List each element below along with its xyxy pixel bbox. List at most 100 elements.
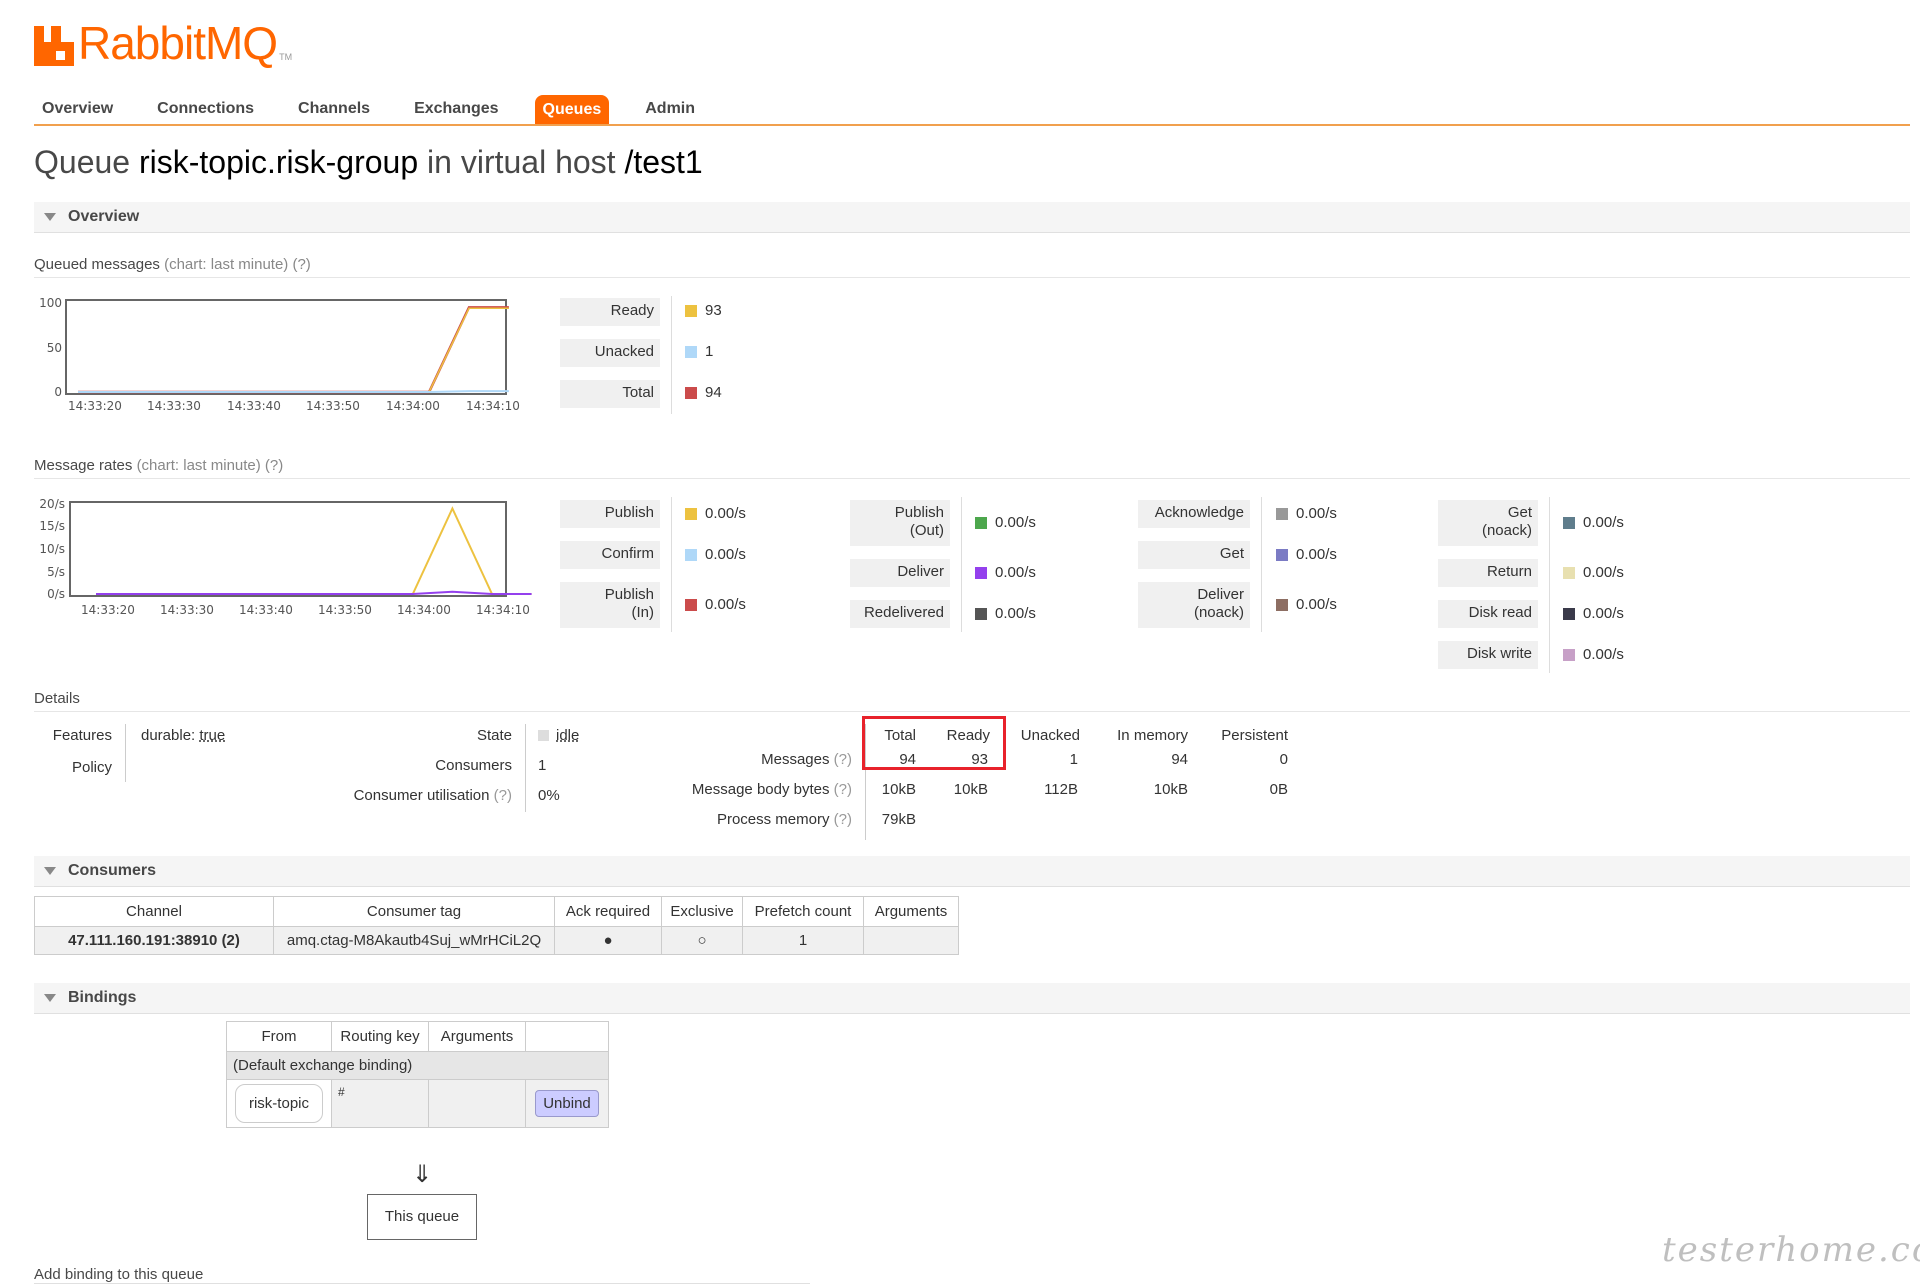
col-prefetch-count: Prefetch count (742, 896, 864, 927)
watermark: testerhome.com (1662, 1230, 1920, 1270)
x-tick: 14:33:50 (318, 603, 372, 617)
message-rates-chart: 20/s 15/s 10/s 5/s 0/s 14:33:20 14:33:30… (39, 497, 532, 617)
process-memory-total: 79kB (881, 811, 916, 828)
x-tick: 14:33:30 (147, 399, 201, 413)
tab-exchanges[interactable]: Exchanges (406, 94, 506, 124)
legend-publish-out-value: 0.00/s (975, 514, 1036, 531)
ack-required-dot-icon: ● (554, 926, 662, 955)
legend-get-label: Get (1138, 541, 1250, 569)
tab-channels[interactable]: Channels (290, 94, 378, 124)
legend-confirm-label: Confirm (560, 541, 660, 569)
main-nav: Overview Connections Channels Exchanges … (34, 90, 731, 124)
consumers-value: 1 (538, 757, 547, 774)
message-body-bytes-label: Message body bytes (?) (691, 781, 852, 798)
consumer-channel-link[interactable]: 47.111.160.191:38910 (2) (34, 926, 274, 955)
x-tick: 14:33:40 (239, 603, 293, 617)
x-tick: 14:34:00 (397, 603, 451, 617)
col-consumer-tag: Consumer tag (273, 896, 555, 927)
policy-label: Policy (71, 759, 112, 776)
legend-unacked-value: 1 (685, 343, 713, 360)
consumer-arguments (863, 926, 959, 955)
y-tick: 10/s (39, 542, 65, 556)
consumer-utilisation-label: Consumer utilisation (?) (353, 787, 512, 804)
legend-publish-label: Publish (560, 500, 660, 528)
y-tick: 20/s (39, 497, 65, 511)
bindings-section-header[interactable]: Bindings (34, 983, 1910, 1014)
y-tick: 50 (47, 341, 62, 355)
consumer-tag: amq.ctag-M8Akautb4Suj_wMrHCiL2Q (273, 926, 555, 955)
x-tick: 14:33:50 (306, 399, 360, 413)
tab-overview[interactable]: Overview (34, 94, 121, 124)
routing-key: # (331, 1079, 429, 1128)
collapse-triangle-icon (44, 212, 56, 221)
x-tick: 14:34:00 (386, 399, 440, 413)
legend-unacked-label: Unacked (560, 339, 660, 367)
legend-disk-read-label: Disk read (1438, 600, 1538, 628)
bytes-unacked: 112B (1044, 781, 1078, 798)
bytes-persistent: 0B (1269, 781, 1288, 798)
brand-name: RabbitMQ (78, 17, 278, 69)
rabbitmq-logo[interactable]: RabbitMQ TM (34, 18, 292, 66)
binding-arguments (428, 1079, 526, 1128)
features-value: durable: true (141, 727, 226, 744)
features-label: Features (52, 727, 112, 744)
process-memory-label: Process memory (?) (716, 811, 852, 828)
legend-get-value: 0.00/s (1276, 546, 1337, 563)
bytes-ready: 10kB (953, 781, 988, 798)
queued-messages-chart: 100 50 0 14:33:20 14:33:30 14:33:40 14:3… (39, 296, 520, 413)
queued-messages-heading: Queued messages (chart: last minute) (?) (34, 256, 1910, 278)
col-in-memory: In memory (1117, 727, 1188, 744)
exchange-link-risk-topic[interactable]: risk-topic (234, 1084, 323, 1123)
col-ack-required: Ack required (554, 896, 662, 927)
tab-queues[interactable]: Queues (534, 95, 610, 124)
y-tick: 100 (39, 296, 62, 310)
legend-confirm-value: 0.00/s (685, 546, 746, 563)
plot-frame (69, 501, 507, 597)
bindings-table: From Routing key Arguments (Default exch… (226, 1021, 609, 1128)
legend-return-label: Return (1438, 559, 1538, 587)
legend-get-noack-label: Get (noack) (1438, 500, 1538, 546)
messages-in-memory: 94 (1171, 751, 1188, 768)
unbind-button[interactable]: Unbind (535, 1090, 599, 1117)
legend-ready-value: 93 (685, 302, 722, 319)
legend-publish-in-value: 0.00/s (685, 596, 746, 613)
x-tick: 14:33:20 (68, 399, 122, 413)
legend-disk-write-value: 0.00/s (1563, 646, 1624, 663)
state-label: State (476, 727, 512, 744)
x-tick: 14:34:10 (476, 603, 530, 617)
tab-admin[interactable]: Admin (637, 94, 703, 124)
table-row: 47.111.160.191:38910 (2) amq.ctag-M8Akau… (34, 926, 959, 955)
y-tick: 0 (54, 385, 62, 399)
legend-ready-label: Ready (560, 298, 660, 326)
x-tick: 14:33:30 (160, 603, 214, 617)
collapse-triangle-icon (44, 993, 56, 1002)
consumers-label: Consumers (435, 757, 512, 774)
vhost-name: /test1 (624, 144, 703, 180)
this-queue-box: This queue (367, 1194, 477, 1240)
consumers-section-header[interactable]: Consumers (34, 856, 1910, 887)
default-exchange-binding: (Default exchange binding) (226, 1051, 609, 1080)
col-channel: Channel (34, 896, 274, 927)
bytes-total: 10kB (881, 781, 916, 798)
add-binding-heading: Add binding to this queue (34, 1266, 204, 1283)
collapse-triangle-icon (44, 866, 56, 875)
y-tick: 5/s (47, 565, 65, 579)
overview-section-header[interactable]: Overview (34, 202, 1910, 233)
col-exclusive: Exclusive (661, 896, 743, 927)
consumers-table: Channel Consumer tag Ack required Exclus… (34, 896, 959, 955)
legend-total-label: Total (560, 380, 660, 408)
x-tick: 14:33:40 (227, 399, 281, 413)
messages-row-label: Messages (?) (761, 751, 852, 768)
legend-redelivered-value: 0.00/s (975, 605, 1036, 622)
legend-deliver-label: Deliver (850, 559, 950, 587)
col-persistent: Persistent (1221, 727, 1288, 744)
nav-divider (34, 124, 1910, 126)
tab-connections[interactable]: Connections (149, 94, 262, 124)
legend-deliver-value: 0.00/s (975, 564, 1036, 581)
down-arrow-icon: ⇓ (412, 1161, 433, 1188)
queue-name: risk-topic.risk-group (138, 144, 419, 180)
y-tick: 0/s (47, 587, 65, 601)
prefetch-count: 1 (742, 926, 864, 955)
legend-deliver-noack-label: Deliver (noack) (1138, 582, 1250, 628)
legend-publish-out-label: Publish (Out) (850, 500, 950, 546)
